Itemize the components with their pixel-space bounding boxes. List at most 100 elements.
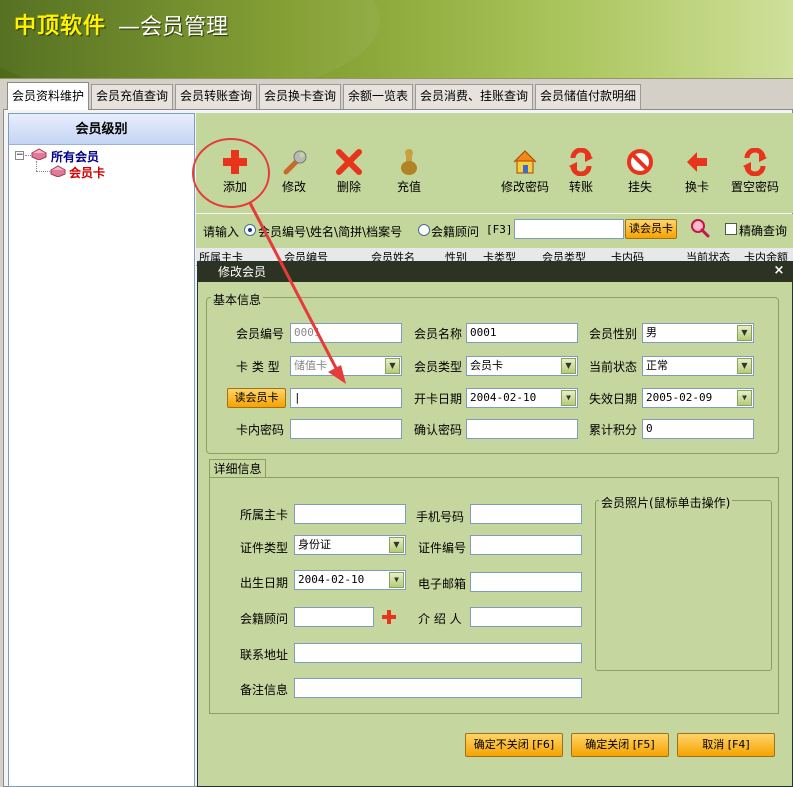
member-name-label: 会员名称 [414, 327, 463, 341]
dialog-title: 修改会员 [198, 262, 793, 282]
recharge-button[interactable]: 充值 [390, 148, 428, 195]
gender-value: 男 [646, 326, 657, 339]
advisor-field[interactable] [294, 607, 374, 627]
basic-info-legend: 基本信息 [211, 291, 264, 308]
tab-balance-list[interactable]: 余额一览表 [343, 84, 414, 109]
chevron-down-icon: ▼ [561, 358, 576, 374]
dialog-close-icon[interactable]: × [772, 263, 786, 279]
add-label: 添加 [222, 180, 247, 194]
email-label: 电子邮箱 [418, 577, 467, 591]
pin-field[interactable] [290, 419, 402, 439]
tab-stored-payment-detail[interactable]: 会员储值付款明细 [535, 84, 642, 109]
radio-option1-label: 会员编号\姓名\简拼\档案号 [258, 225, 403, 239]
chevron-down-icon: ▼ [737, 325, 752, 341]
phone-field[interactable] [470, 504, 582, 524]
main-card-field[interactable] [294, 504, 406, 524]
chevron-down-icon: ▼ [389, 572, 404, 588]
clear-password-button[interactable]: 置空密码 [728, 147, 782, 195]
folder-icon [30, 148, 48, 161]
gender-select[interactable]: 男 ▼ [642, 323, 754, 343]
tab-member-info[interactable]: 会员资料维护 [7, 82, 90, 110]
open-date-label: 开卡日期 [414, 392, 463, 406]
advisor-label: 会籍顾问 [240, 612, 289, 626]
gender-label: 会员性别 [589, 327, 638, 341]
expire-date-picker[interactable]: 2005-02-09 ▼ [642, 388, 754, 408]
points-label: 累计积分 [589, 423, 638, 437]
transfer-button[interactable]: 转账 [565, 147, 597, 195]
member-no-field[interactable]: 0001 [290, 323, 402, 343]
referrer-label: 介 绍 人 [418, 612, 462, 626]
save-keep-open-button[interactable]: 确定不关闭 [F6] [465, 733, 563, 757]
tree-item-all-members[interactable]: 所有会员 [51, 148, 99, 165]
edit-button[interactable]: 修改 [275, 148, 313, 195]
main-card-label: 所属主卡 [240, 508, 289, 522]
tree-item-member-card[interactable]: 会员卡 [69, 164, 105, 181]
id-no-field[interactable] [470, 535, 582, 555]
change-card-button[interactable]: 换卡 [681, 148, 713, 195]
tab-card-change-query[interactable]: 会员换卡查询 [259, 84, 342, 109]
clear-password-label: 置空密码 [730, 180, 779, 194]
plus-icon [221, 148, 249, 176]
expire-date-label: 失效日期 [589, 392, 638, 406]
prohibited-icon [626, 148, 654, 176]
radio-option2[interactable] [418, 224, 430, 236]
tab-transfer-query[interactable]: 会员转账查询 [175, 84, 258, 109]
magnifier-icon[interactable] [690, 218, 710, 238]
reset-icon [741, 147, 769, 177]
status-select[interactable]: 正常 ▼ [642, 356, 754, 376]
member-photo-legend: 会员照片(鼠标单击操作) [599, 494, 733, 511]
search-prompt: 请输入 [203, 225, 240, 239]
cancel-button[interactable]: 取消 [F4] [677, 733, 775, 757]
change-password-button[interactable]: 修改密码 [498, 148, 552, 195]
referrer-field[interactable] [470, 607, 582, 627]
tab-recharge-query[interactable]: 会员充值查询 [91, 84, 174, 109]
read-card-search-button[interactable]: 读会员卡 [625, 219, 677, 239]
id-no-label: 证件编号 [418, 541, 467, 555]
exact-search-label: 精确查询 [739, 224, 788, 238]
member-name-field[interactable]: 0001 [466, 323, 578, 343]
confirm-pw-field[interactable] [466, 419, 578, 439]
pin-label: 卡内密码 [236, 423, 285, 437]
search-input[interactable] [514, 219, 624, 239]
status-value: 正常 [646, 359, 668, 372]
remark-label: 备注信息 [240, 683, 289, 697]
id-type-select[interactable]: 身份证 ▼ [294, 535, 406, 555]
plus-icon[interactable] [381, 609, 397, 625]
member-photo-box[interactable] [595, 500, 772, 671]
card-type-value: 储值卡 [294, 359, 327, 372]
exact-search-checkbox[interactable] [725, 223, 737, 235]
bottle-icon [395, 148, 423, 176]
points-field[interactable]: 0 [642, 419, 754, 439]
id-type-label: 证件类型 [240, 541, 289, 555]
email-field[interactable] [470, 572, 582, 592]
edit-label: 修改 [281, 180, 306, 194]
member-type-select[interactable]: 会员卡 ▼ [466, 356, 578, 376]
delete-label: 删除 [336, 180, 361, 194]
report-loss-button[interactable]: 挂失 [624, 148, 656, 195]
chevron-down-icon: ▼ [737, 390, 752, 406]
birth-date-picker[interactable]: 2004-02-10 ▼ [294, 570, 406, 590]
tab-detail-info[interactable]: 详细信息 [209, 459, 266, 478]
add-button[interactable]: 添加 [216, 148, 254, 195]
tree-expander[interactable]: − [15, 151, 24, 160]
card-type-label: 卡 类 型 [236, 360, 280, 374]
remark-field[interactable] [294, 678, 582, 698]
read-card-button[interactable]: 读会员卡 [227, 388, 286, 408]
radio-option1[interactable] [244, 224, 256, 236]
report-loss-label: 挂失 [627, 180, 652, 194]
wrench-icon [280, 148, 308, 176]
brand-name: 中顶软件 [14, 14, 107, 39]
radio-option2-label: 会籍顾问 [431, 225, 480, 239]
member-type-value: 会员卡 [470, 359, 503, 372]
card-code-field[interactable]: | [290, 388, 402, 408]
tab-consumption-query[interactable]: 会员消费、挂账查询 [415, 84, 534, 109]
card-type-select[interactable]: 储值卡 ▼ [290, 356, 402, 376]
chevron-down-icon: ▼ [385, 358, 400, 374]
open-date-picker[interactable]: 2004-02-10 ▼ [466, 388, 578, 408]
birth-label: 出生日期 [240, 576, 289, 590]
open-date-value: 2004-02-10 [470, 391, 537, 404]
birth-value: 2004-02-10 [298, 573, 365, 586]
save-close-button[interactable]: 确定关闭 [F5] [571, 733, 669, 757]
address-field[interactable] [294, 643, 582, 663]
delete-button[interactable]: 删除 [330, 148, 368, 195]
